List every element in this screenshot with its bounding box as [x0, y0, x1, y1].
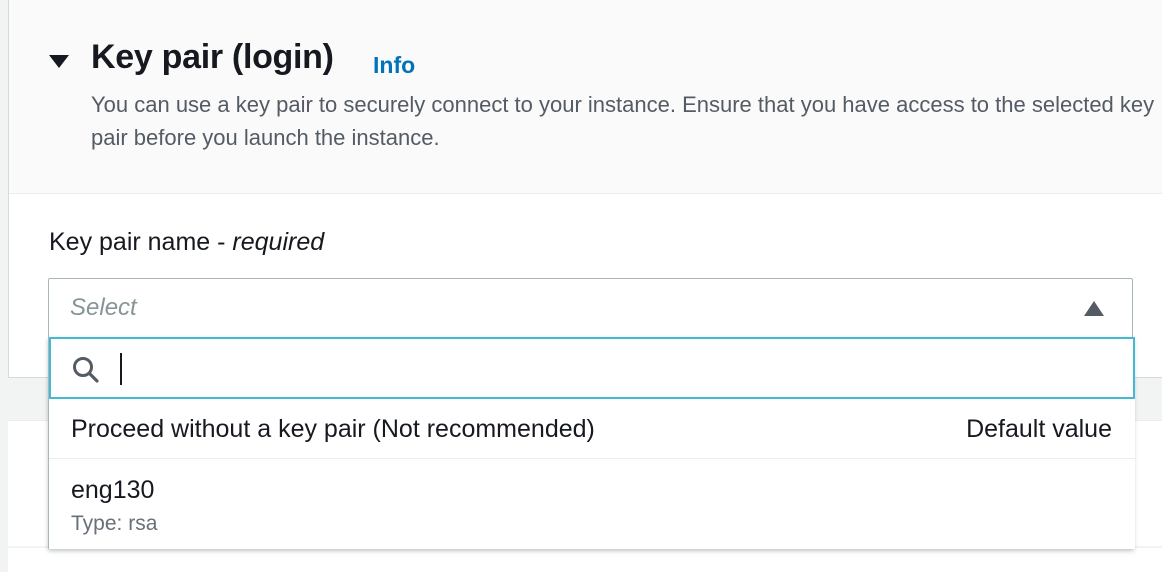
dropdown-search-input[interactable] [111, 349, 1121, 387]
key-pair-name-label: Key pair name - required [49, 228, 325, 256]
search-icon [73, 357, 99, 383]
dropdown-search-box[interactable] [49, 337, 1135, 399]
next-section-card-2 [8, 548, 1162, 572]
select-placeholder: Select [70, 294, 137, 321]
required-indicator: required [232, 228, 325, 256]
option-tag: Default value [966, 415, 1112, 443]
option-proceed-without-key-pair[interactable]: Proceed without a key pair (Not recommen… [49, 399, 1135, 459]
section-title: Key pair (login) [91, 38, 334, 76]
key-pair-dropdown: Proceed without a key pair (Not recommen… [48, 337, 1135, 549]
caret-down-icon[interactable] [49, 55, 69, 68]
option-label: Proceed without a key pair (Not recommen… [71, 415, 595, 443]
option-description: Type: rsa [71, 512, 158, 535]
key-pair-select[interactable]: Select [48, 278, 1133, 337]
panel-header: Key pair (login) Info You can use a key … [9, 0, 1162, 194]
option-eng130[interactable]: eng130 Type: rsa [49, 459, 1135, 549]
info-link[interactable]: Info [373, 52, 415, 79]
page: Key pair (login) Info You can use a key … [0, 0, 1162, 572]
text-cursor [120, 353, 122, 385]
option-label: eng130 [71, 476, 155, 504]
caret-up-icon [1084, 301, 1104, 316]
section-description: You can use a key pair to securely conne… [91, 92, 1155, 150]
